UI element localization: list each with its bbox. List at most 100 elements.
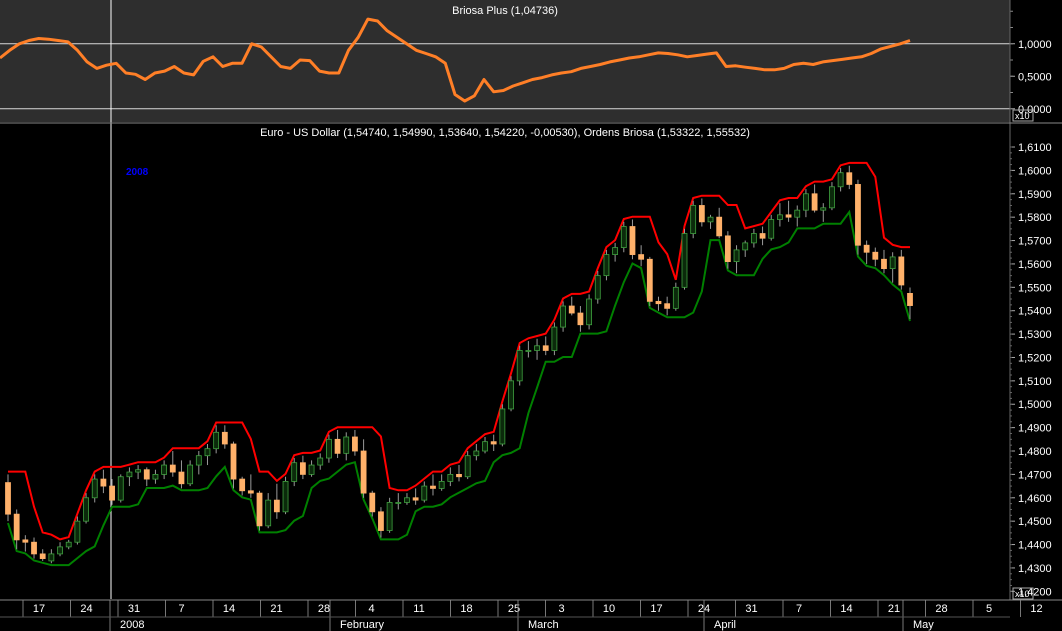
candle-body-up xyxy=(794,209,801,218)
candle-body-up xyxy=(187,464,194,485)
candle xyxy=(256,490,263,531)
candle-body-down xyxy=(369,492,376,513)
candle-body-up xyxy=(612,247,619,255)
candle-body-down xyxy=(811,193,818,211)
main-y-tick-label: 1,4900 xyxy=(1018,423,1052,435)
candle-body-up xyxy=(707,216,714,223)
main-y-tick-label: 1,4700 xyxy=(1018,469,1052,481)
main-y-tick-label: 1,5100 xyxy=(1018,376,1052,388)
x-tick-label: 14 xyxy=(223,603,235,615)
candle-body-up xyxy=(48,553,55,562)
candle-body-down xyxy=(31,541,37,555)
candle-body-down xyxy=(629,226,636,255)
candle-body-up xyxy=(195,455,202,466)
candle-body-up xyxy=(742,242,749,251)
main-panel-title: Euro - US Dollar (1,54740, 1,54990, 1,53… xyxy=(260,127,750,139)
candle-body-down xyxy=(273,499,280,513)
main-y-tick-label: 1,5500 xyxy=(1018,282,1052,294)
candle-body-up xyxy=(126,471,133,478)
candle-body-up xyxy=(672,286,679,309)
candle-body-up xyxy=(57,546,63,555)
candle xyxy=(620,221,627,253)
candle-body-down xyxy=(724,235,731,263)
candle-body-down xyxy=(907,293,913,306)
main-y-tick-label: 1,5300 xyxy=(1018,329,1052,341)
candle-body-up xyxy=(889,256,896,270)
main-y-tick-label: 1,5200 xyxy=(1018,352,1052,364)
candle-body-up xyxy=(681,233,688,288)
candle-body-down xyxy=(412,497,419,501)
candle-body-down xyxy=(100,478,107,487)
candle xyxy=(282,476,289,515)
x-tick-label: 18 xyxy=(460,603,472,615)
main-y-tick-label: 1,4800 xyxy=(1018,446,1052,458)
main-y-tick-label: 1,5400 xyxy=(1018,306,1052,318)
candle xyxy=(603,249,610,281)
candle-body-down xyxy=(143,469,150,480)
candle-body-down xyxy=(13,513,20,541)
candle-body-up xyxy=(326,438,332,459)
candle-body-up xyxy=(421,485,428,501)
candle-body-down xyxy=(230,443,237,480)
x-tick-label: 3 xyxy=(558,603,564,615)
candle-body-up xyxy=(473,450,480,457)
x-tick-label: 7 xyxy=(178,603,184,615)
x-tick-label: 12 xyxy=(1030,603,1042,615)
candle-body-down xyxy=(239,478,246,492)
candle-body-up xyxy=(829,186,835,209)
candle-body-up xyxy=(551,326,558,351)
x-tick-label: 17 xyxy=(650,603,662,615)
candle-body-down xyxy=(5,482,11,515)
candle-body-up xyxy=(317,457,324,466)
candle-body-down xyxy=(247,490,254,494)
candle-body-up xyxy=(438,481,445,489)
month-label: 2008 xyxy=(120,619,144,631)
candle xyxy=(646,256,653,307)
candle xyxy=(586,294,592,330)
upper-y-tick-label: 1,0000 xyxy=(1018,39,1052,51)
upper-panel-title: Briosa Plus (1,04736) xyxy=(452,5,558,17)
x-tick-label: 14 xyxy=(840,603,852,615)
x-tick-label: 21 xyxy=(270,603,282,615)
candle-body-up xyxy=(91,478,98,499)
candle-body-down xyxy=(378,511,384,531)
candle-body-down xyxy=(22,539,29,543)
candle-body-down xyxy=(456,473,462,478)
main-y-tick-label: 1,4300 xyxy=(1018,563,1052,575)
candle xyxy=(117,474,124,503)
main-scale-label: x10 xyxy=(1015,589,1030,599)
chart-canvas: Briosa Plus (1,04736) Euro - US Dollar (… xyxy=(0,0,1062,631)
main-y-tick-label: 1,4500 xyxy=(1018,516,1052,528)
candle-body-down xyxy=(568,305,575,314)
candle xyxy=(690,200,697,239)
candle-body-up xyxy=(447,473,454,482)
x-tick-label: 7 xyxy=(796,603,802,615)
month-label: April xyxy=(714,619,736,631)
candle xyxy=(508,376,514,412)
candle-body-down xyxy=(846,172,853,185)
candle-body-up xyxy=(152,473,159,480)
candle-body-down xyxy=(698,205,705,223)
candle xyxy=(83,493,89,524)
candle-body-up xyxy=(620,226,627,248)
candle-body-down xyxy=(759,233,766,239)
candle-body-up xyxy=(508,380,514,410)
candle xyxy=(516,345,523,386)
candle-body-up xyxy=(386,502,393,531)
candle-body-up xyxy=(65,541,72,548)
candle xyxy=(551,322,558,356)
candle xyxy=(594,270,601,304)
candle-body-down xyxy=(872,251,879,260)
candle-body-up xyxy=(837,172,844,188)
candle-body-up xyxy=(603,254,610,277)
candle-body-up xyxy=(534,345,540,351)
candle-body-up xyxy=(820,207,827,211)
candle-body-up xyxy=(768,219,775,239)
candle xyxy=(560,301,566,332)
candle-body-up xyxy=(282,481,289,513)
upper-y-tick-label: 0,5000 xyxy=(1018,71,1052,83)
candle-body-down xyxy=(664,303,671,309)
main-y-tick-label: 1,5600 xyxy=(1018,259,1052,271)
candle-body-down xyxy=(169,464,176,473)
bottom-axis-background xyxy=(0,600,1010,631)
